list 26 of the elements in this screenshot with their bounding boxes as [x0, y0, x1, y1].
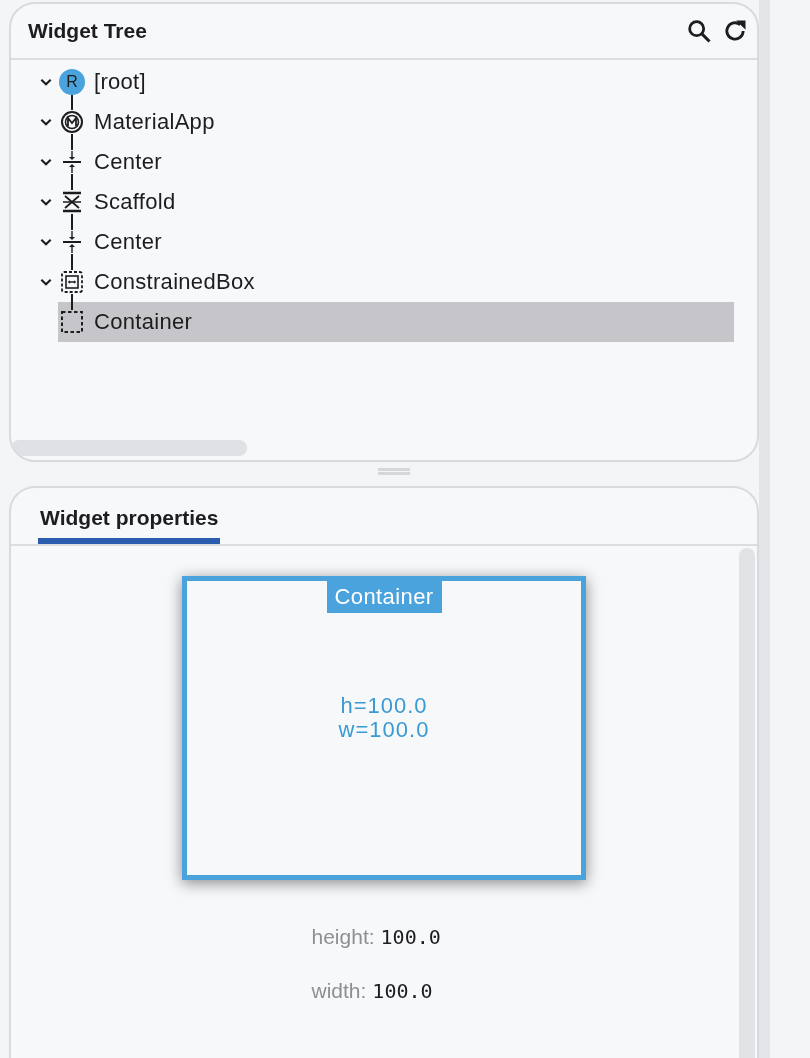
resize-handle[interactable] — [378, 468, 410, 475]
search-icon[interactable] — [685, 17, 713, 45]
tree-item[interactable]: R [root] — [33, 62, 734, 102]
scrollbar[interactable] — [11, 440, 247, 456]
dashed-square-icon — [60, 310, 84, 334]
height-label: h=100.0 — [340, 694, 428, 718]
constrained-box-icon — [60, 270, 84, 294]
width-label: w=100.0 — [338, 718, 430, 742]
property-value: 100.0 — [372, 979, 433, 1003]
center-align-icon — [60, 150, 84, 174]
properties-tab[interactable]: Widget properties — [38, 488, 221, 544]
root-badge: R — [59, 69, 85, 95]
material-icon — [60, 110, 84, 134]
tree-item[interactable]: Container — [58, 302, 734, 342]
center-align-icon — [60, 230, 84, 254]
property-name: width: — [311, 979, 367, 1003]
property-value: 100.0 — [380, 925, 441, 949]
tree-item[interactable]: ConstrainedBox — [33, 262, 734, 302]
scaffold-icon — [60, 190, 84, 214]
property-name: height: — [311, 925, 375, 949]
preview-label: Container — [326, 581, 442, 613]
tree-item[interactable]: Scaffold — [33, 182, 734, 222]
panel-title: Widget Tree — [28, 19, 147, 43]
tree-item[interactable]: Center — [33, 142, 734, 182]
tree-item[interactable]: Center — [33, 222, 734, 262]
tree-item[interactable]: MaterialApp — [33, 102, 734, 142]
